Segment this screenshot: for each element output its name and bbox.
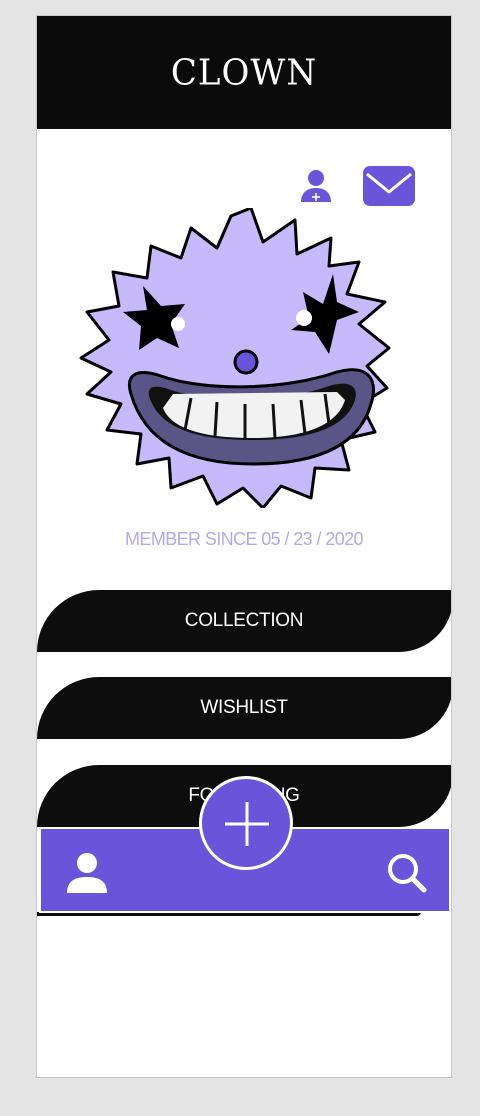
plus-icon (225, 802, 269, 846)
phone-screen: CLOWN MEMBER SINCE 05 / 23 / 2020 COLLEC… (36, 15, 452, 1078)
add-friend-icon[interactable] (296, 168, 336, 204)
wishlist-label: WISHLIST (200, 697, 288, 718)
search-icon[interactable] (385, 851, 429, 895)
collection-label: COLLECTION (184, 610, 304, 631)
member-since-text: MEMBER SINCE 05 / 23 / 2020 (125, 529, 364, 549)
add-button[interactable] (199, 776, 293, 870)
app-header: CLOWN (37, 16, 451, 129)
app-title: CLOWN (170, 51, 318, 94)
mail-icon[interactable] (363, 166, 415, 206)
wishlist-button[interactable]: WISHLIST (37, 677, 451, 739)
clown-mascot-avatar (67, 206, 423, 510)
user-icon[interactable] (65, 851, 109, 895)
collection-button[interactable]: COLLECTION (37, 590, 451, 652)
